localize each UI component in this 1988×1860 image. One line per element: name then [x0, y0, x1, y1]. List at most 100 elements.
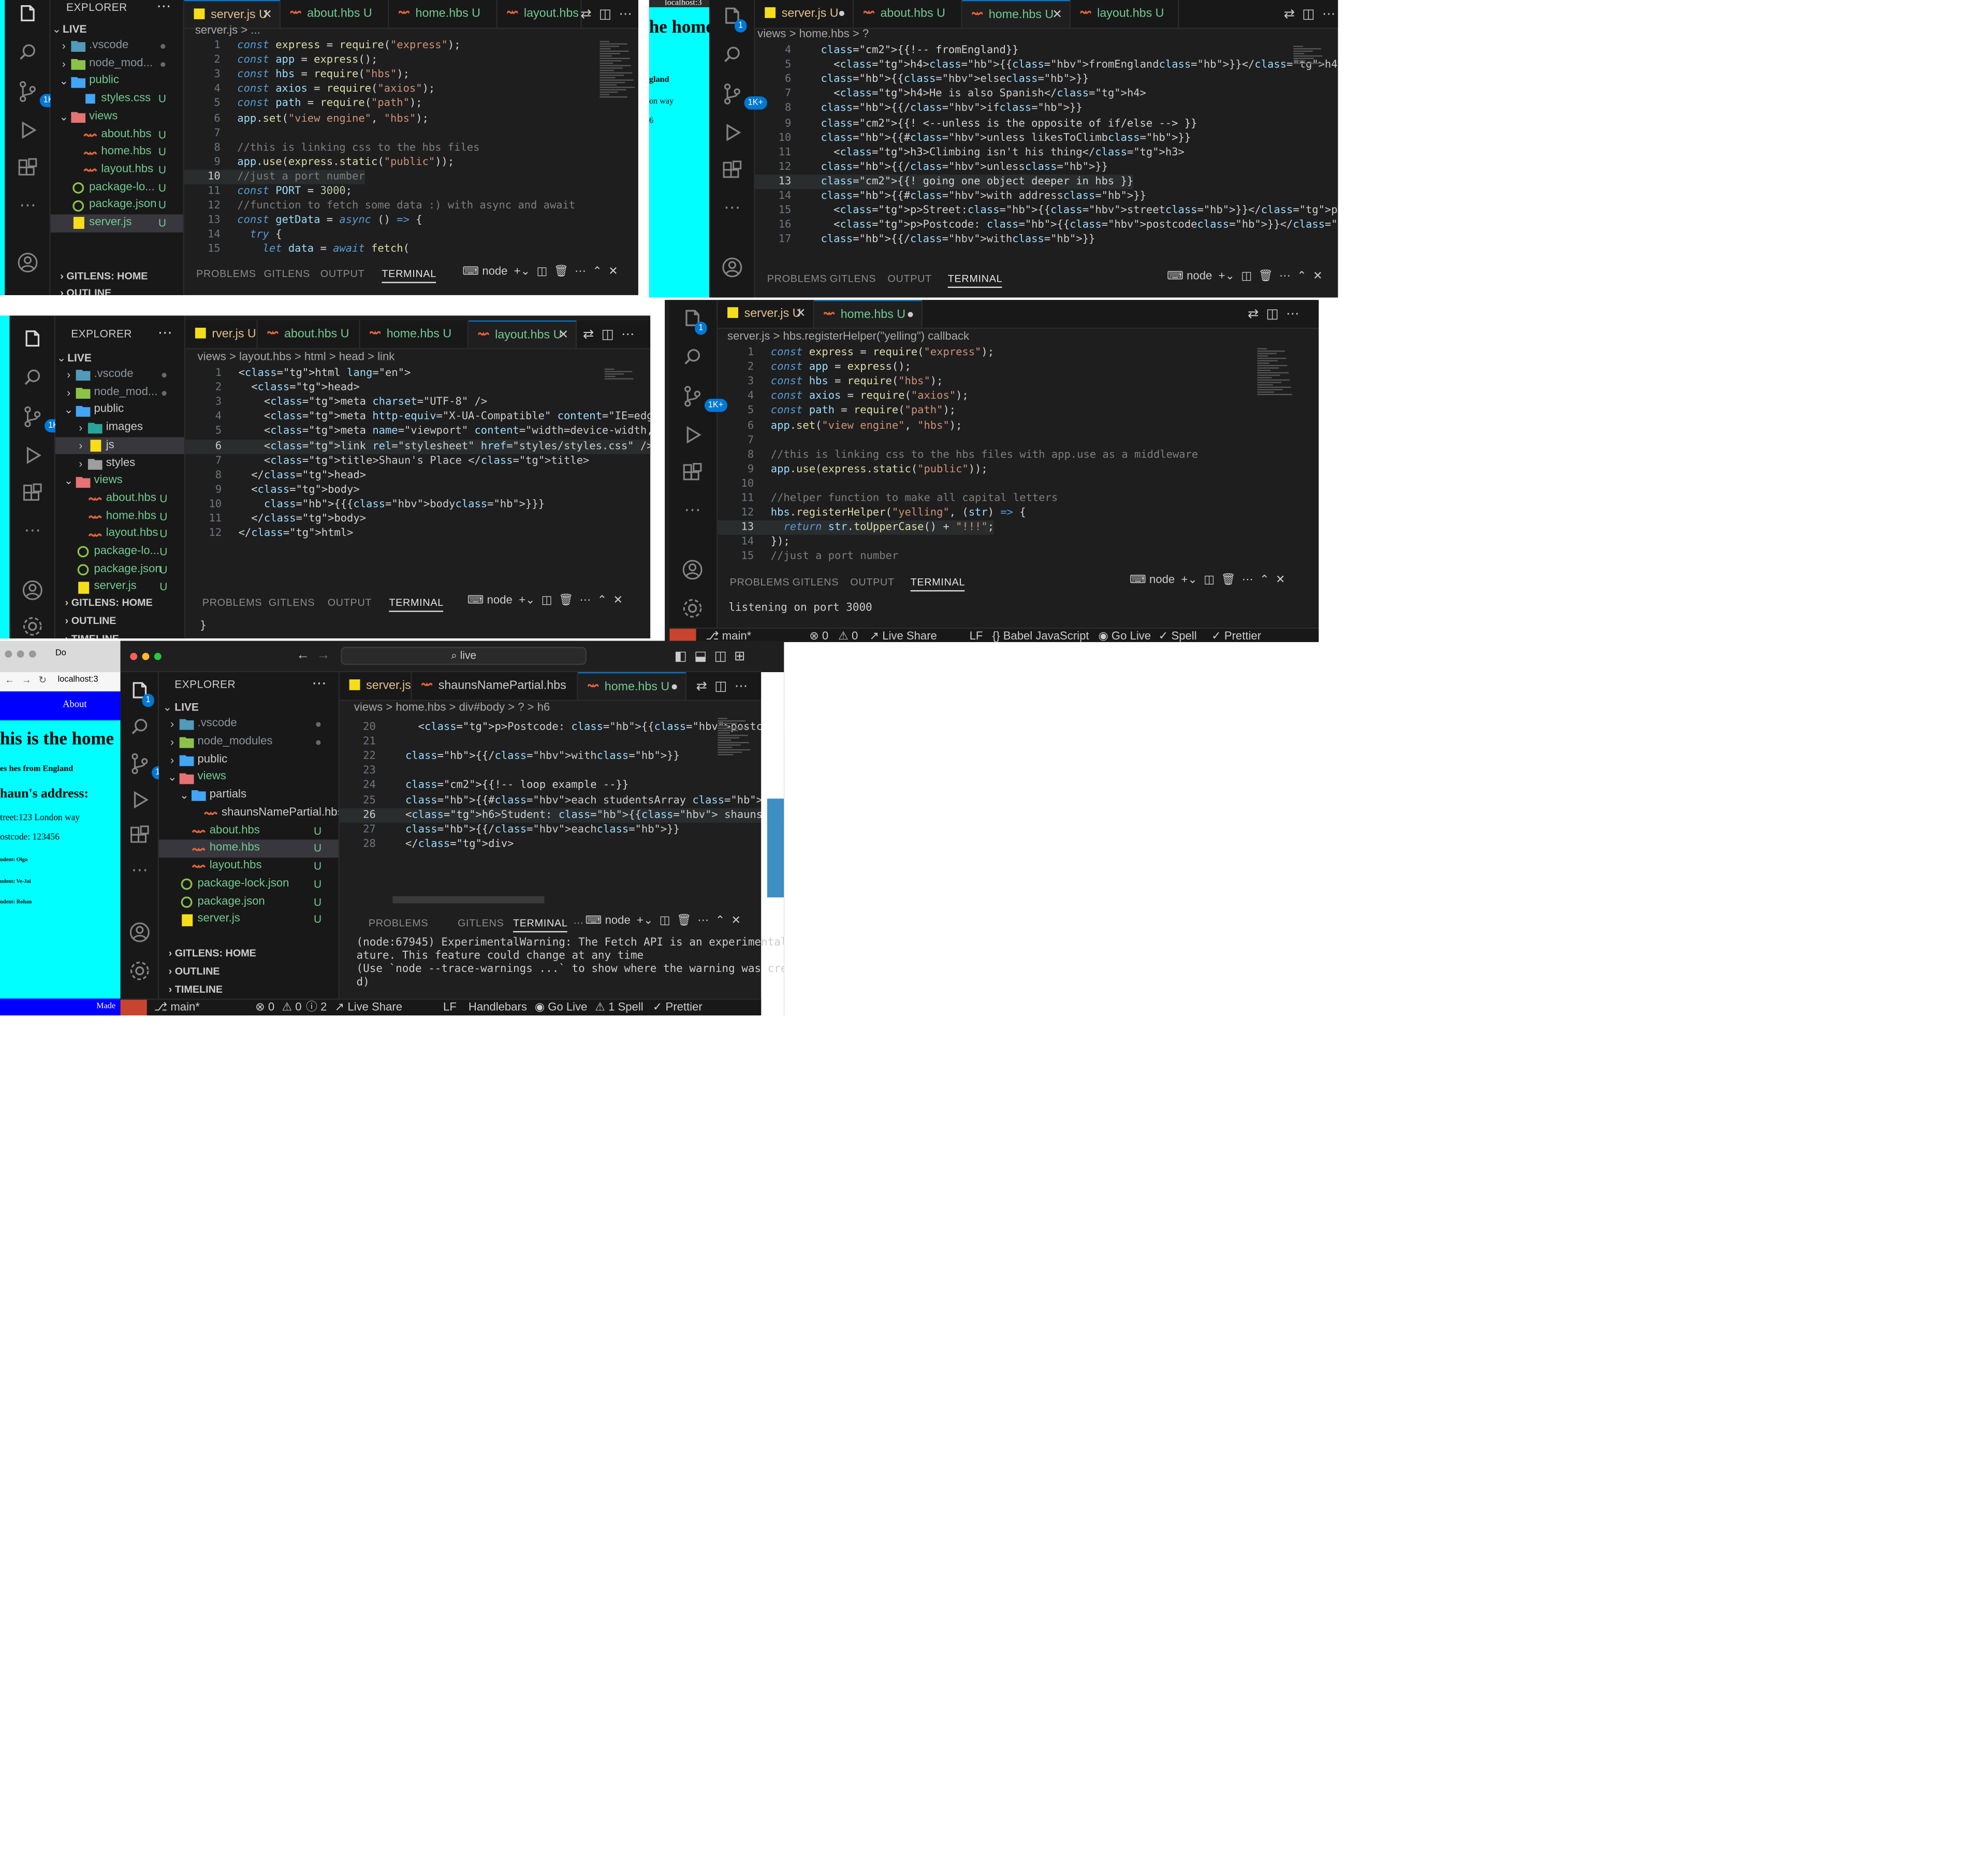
maximize-panel-icon[interactable]: ⌃ [1297, 270, 1307, 283]
compare-icon[interactable]: ⇄ [583, 328, 594, 342]
forward-icon[interactable]: → [317, 648, 330, 662]
breadcrumb[interactable]: views > layout.hbs > html > head > link [197, 350, 394, 367]
status-prettier[interactable]: ✓ Prettier [653, 1000, 703, 1015]
source-control-icon[interactable]: 1K+ [128, 752, 174, 780]
panel-tab-output[interactable]: OUTPUT [328, 596, 372, 608]
extensions-icon[interactable] [21, 482, 45, 506]
minimize-window-icon[interactable] [142, 652, 150, 660]
compare-icon[interactable]: ⇄ [1248, 307, 1259, 322]
toggle-panel-icon[interactable]: ⬓ [694, 649, 707, 664]
tab-layout-hbs[interactable]: layout.hbs [497, 0, 582, 28]
tree-folder-js[interactable]: › js [55, 437, 184, 455]
status-errors[interactable]: ⊗ 0 [255, 1000, 274, 1015]
tree-folder-vscode[interactable]: › .vscode ● [51, 37, 183, 55]
terminal-shell[interactable]: node [482, 265, 507, 279]
outline-section[interactable]: › OUTLINE [159, 963, 339, 980]
tree-file-styles-css[interactable]: styles.css U [51, 91, 183, 108]
add-terminal-icon[interactable]: +⌄ [637, 914, 653, 928]
tree-file-home-hbs[interactable]: home.hbs U [55, 508, 184, 526]
gitlens-section[interactable]: › GITLENS: HOME [159, 944, 339, 962]
source-control-icon[interactable]: 1K+ [680, 384, 727, 412]
tree-file-about-hbs[interactable]: about.hbs U [51, 126, 183, 143]
close-panel-icon[interactable]: ✕ [1276, 573, 1285, 587]
code-editor[interactable]: 20 <class="tg">p>Postcode: class="hb">{{… [339, 720, 784, 901]
tab-layout-hbs[interactable]: layout.hbs U ✕ [468, 320, 577, 348]
search-icon[interactable] [16, 41, 40, 65]
status-prettier[interactable]: ✓ Prettier [1211, 629, 1261, 642]
extensions-icon[interactable] [680, 461, 705, 486]
breadcrumb[interactable]: server.js > hbs.registerHelper("yelling"… [727, 329, 969, 346]
remote-indicator-icon[interactable] [120, 999, 147, 1015]
files-icon[interactable]: 1 [720, 5, 747, 33]
tab-server-js[interactable]: server.js U [339, 672, 412, 700]
split-terminal-icon[interactable]: ◫ [1204, 573, 1215, 587]
more-actions-icon[interactable]: ⋯ [735, 679, 748, 694]
gitlens-section[interactable]: › GITLENS: HOME [51, 267, 183, 284]
status-warnings[interactable]: ⚠ 0 [282, 1000, 301, 1015]
run-debug-icon[interactable] [128, 788, 152, 812]
panel-tab-problems[interactable]: PROBLEMS [767, 272, 827, 284]
tab-home-hbs[interactable]: home.hbs U ● [814, 300, 923, 328]
tree-file-home-hbs[interactable]: home.hbs U [51, 143, 183, 161]
compare-icon[interactable]: ⇄ [580, 7, 591, 22]
extensions-icon[interactable] [128, 824, 152, 848]
status-branch[interactable]: ⎇ main* [706, 629, 751, 642]
split-terminal-icon[interactable]: ◫ [542, 594, 552, 607]
status-warnings[interactable]: ⚠ 0 [838, 629, 858, 642]
tree-folder-node-modules[interactable]: › node_modules ● [159, 733, 339, 751]
more-actions-icon[interactable]: ⋯ [619, 7, 632, 22]
source-control-icon[interactable]: 1K+ [720, 82, 767, 110]
run-debug-icon[interactable] [680, 423, 705, 447]
close-panel-icon[interactable]: ✕ [608, 265, 618, 279]
minimap[interactable] [715, 716, 761, 788]
unsaved-dot-icon[interactable]: ● [838, 0, 845, 28]
window-dot-icon[interactable] [17, 650, 24, 658]
tree-folder-public[interactable]: ⌄ public [51, 72, 183, 90]
panel-more-icon[interactable]: ⋯ [1279, 270, 1291, 283]
panel-tab-terminal[interactable]: TERMINAL [389, 596, 444, 612]
close-window-icon[interactable] [130, 652, 138, 660]
source-control-icon[interactable]: 1K+ [16, 80, 63, 108]
explorer-more-icon[interactable]: ⋯ [156, 0, 171, 14]
more-icon[interactable]: ⋯ [680, 500, 705, 524]
maximize-panel-icon[interactable]: ⌃ [715, 914, 725, 928]
tree-file-package-json[interactable]: package.json U [55, 561, 184, 578]
panel-tab-problems[interactable]: PROBLEMS [730, 576, 790, 588]
back-icon[interactable]: ← [5, 675, 14, 686]
explorer-more-icon[interactable]: ⋯ [158, 324, 172, 341]
close-tab-icon[interactable]: ✕ [262, 1, 272, 27]
maximize-panel-icon[interactable]: ⌃ [597, 594, 607, 607]
minimap[interactable] [597, 38, 638, 111]
tab-home-hbs[interactable]: home.hbs U [389, 0, 498, 28]
toggle-sidebar-icon[interactable]: ◧ [675, 649, 687, 664]
tree-file-package-lock[interactable]: package-lock.json U [159, 876, 339, 893]
files-icon[interactable] [21, 328, 45, 352]
panel-tab-problems[interactable]: PROBLEMS [202, 596, 262, 608]
status-branch[interactable]: ⎇ main* [154, 1000, 200, 1015]
tree-folder-partials[interactable]: ⌄ partials [159, 787, 339, 804]
run-debug-icon[interactable] [21, 443, 45, 468]
more-icon[interactable]: ⋯ [16, 195, 40, 220]
tab-home-hbs[interactable]: home.hbs U ● [578, 672, 686, 700]
tab-about-hbs[interactable]: about.hbs U [281, 0, 389, 28]
split-terminal-icon[interactable]: ◫ [1241, 270, 1252, 283]
reload-icon[interactable]: ↻ [38, 675, 47, 686]
terminal-shell[interactable]: node [1187, 270, 1212, 283]
more-icon[interactable]: ⋯ [21, 520, 45, 545]
close-tab-icon[interactable]: ✕ [1052, 1, 1062, 27]
terminal-output[interactable]: listening on port 3000 [728, 602, 872, 616]
browser-tab[interactable]: Do [55, 649, 66, 658]
tree-folder-public[interactable]: › public [159, 751, 339, 768]
terminal-shell[interactable]: node [605, 914, 631, 928]
minimap[interactable] [602, 366, 648, 439]
account-icon[interactable] [16, 251, 40, 275]
tab-home-hbs[interactable]: home.hbs U ✕ [962, 0, 1071, 28]
source-control-icon[interactable]: 1K+ [21, 405, 67, 433]
code-editor[interactable]: 4 class="cm2">{{!-- fromEngland}} 5 <clas… [755, 43, 1338, 248]
panel-tab-gitlens[interactable]: GITLENS [458, 917, 504, 928]
breadcrumb[interactable]: views > home.hbs > ? [757, 26, 869, 43]
more-actions-icon[interactable]: ⋯ [1286, 307, 1299, 322]
timeline-section[interactable]: › TIMELINE [159, 981, 339, 998]
terminal-output[interactable]: } [200, 620, 207, 634]
tree-file-about-hbs[interactable]: about.hbs U [159, 822, 339, 840]
